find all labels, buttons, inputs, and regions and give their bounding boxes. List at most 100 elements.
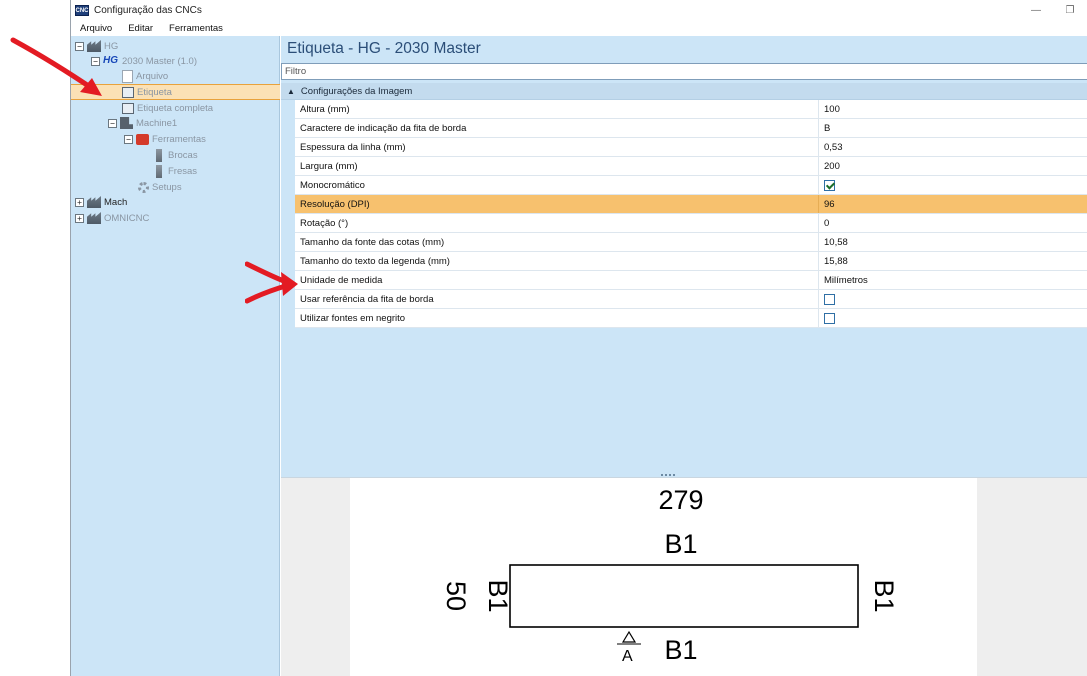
tree-label: OMNICNC bbox=[104, 212, 150, 224]
property-name: Rotação (°) bbox=[295, 214, 819, 232]
property-row[interactable]: Rotação (°) 0 bbox=[295, 214, 1087, 233]
property-value[interactable]: Milímetros bbox=[819, 271, 1087, 289]
property-value[interactable]: 15,88 bbox=[819, 252, 1087, 270]
property-value[interactable]: 96 bbox=[819, 195, 1087, 213]
property-value[interactable]: 0,53 bbox=[819, 138, 1087, 156]
annotation-arrow-etiqueta bbox=[10, 37, 102, 96]
property-value[interactable]: 100 bbox=[819, 100, 1087, 118]
property-value[interactable] bbox=[819, 290, 1087, 308]
collapse-icon[interactable]: − bbox=[108, 118, 117, 128]
checkbox-unchecked[interactable] bbox=[824, 312, 835, 324]
tree-node-etiqueta-completa[interactable]: Etiqueta completa bbox=[122, 100, 213, 116]
menu-arquivo[interactable]: Arquivo bbox=[71, 23, 119, 34]
property-name: Utilizar fontes em negrito bbox=[295, 309, 819, 327]
tree-label: Fresas bbox=[168, 165, 198, 177]
property-grid: ▲ Configurações da Imagem Altura (mm) 100… bbox=[281, 83, 1087, 328]
gear-icon bbox=[138, 181, 149, 193]
tree-label: HG bbox=[104, 40, 119, 52]
tree-label: 2030 Master (1.0) bbox=[122, 55, 197, 67]
window-title: Configuração das CNCs bbox=[94, 5, 202, 16]
tree-node-fresas[interactable]: Fresas bbox=[153, 163, 197, 179]
tree-node-setups[interactable]: Setups bbox=[138, 179, 182, 195]
property-row[interactable]: Tamanho do texto da legenda (mm) 15,88 bbox=[295, 252, 1087, 271]
property-name: Usar referência da fita de borda bbox=[295, 290, 819, 308]
tree-label: Etiqueta completa bbox=[137, 102, 214, 114]
preview-canvas: 279 B1 B1 B1 50 B1 A bbox=[350, 478, 977, 676]
label-icon bbox=[122, 102, 134, 114]
tree-label: Etiqueta bbox=[137, 86, 172, 98]
width-dimension: 279 bbox=[658, 485, 703, 515]
property-value[interactable]: 200 bbox=[819, 157, 1087, 175]
property-value[interactable] bbox=[819, 309, 1087, 327]
tree-label: Machine1 bbox=[136, 117, 178, 129]
property-name: Unidade de medida bbox=[295, 271, 819, 289]
property-name: Resolução (DPI) bbox=[295, 195, 819, 213]
marker-letter: A bbox=[622, 648, 633, 665]
property-value[interactable]: B bbox=[819, 119, 1087, 137]
property-value[interactable]: 0 bbox=[819, 214, 1087, 232]
tree-node-machine1[interactable]: − Machine1 bbox=[108, 115, 177, 131]
app-window: CNC Configuração das CNCs — ❐ Arquivo Ed… bbox=[70, 0, 1087, 676]
property-name: Caractere de indicação da fita de borda bbox=[295, 119, 819, 137]
checkbox-unchecked[interactable] bbox=[824, 293, 835, 305]
preview-drawing: 279 B1 B1 B1 50 B1 A bbox=[441, 485, 899, 665]
factory-icon bbox=[87, 212, 101, 224]
tree-node-arquivo[interactable]: Arquivo bbox=[122, 68, 168, 84]
property-name: Espessura da linha (mm) bbox=[295, 138, 819, 156]
expand-icon[interactable]: + bbox=[75, 213, 84, 223]
property-name: Monocromático bbox=[295, 176, 819, 194]
label-icon bbox=[122, 86, 134, 98]
tree-node-2030-master[interactable]: − HG 2030 Master (1.0) bbox=[91, 53, 197, 69]
property-value[interactable]: 10,58 bbox=[819, 233, 1087, 251]
screenshot-stage: CNC Configuração das CNCs — ❐ Arquivo Ed… bbox=[0, 0, 1087, 676]
property-row[interactable]: Usar referência da fita de borda bbox=[295, 290, 1087, 309]
property-row[interactable]: Largura (mm) 200 bbox=[295, 157, 1087, 176]
machine-icon bbox=[120, 117, 133, 129]
property-row[interactable]: Resolução (DPI) 96 bbox=[295, 195, 1087, 214]
property-row[interactable]: Espessura da linha (mm) 0,53 bbox=[295, 138, 1087, 157]
tree-node-mach[interactable]: + Mach bbox=[75, 194, 127, 210]
height-dimension: 50 bbox=[441, 581, 471, 611]
edge-label-left: B1 bbox=[483, 579, 513, 612]
annotation-arrow-unidade bbox=[245, 261, 298, 304]
tree-node-brocas[interactable]: Brocas bbox=[153, 147, 198, 163]
category-header[interactable]: ▲ Configurações da Imagem bbox=[281, 83, 1087, 100]
property-value[interactable] bbox=[819, 176, 1087, 194]
property-row[interactable]: Utilizar fontes em negrito bbox=[295, 309, 1087, 328]
property-row[interactable]: Unidade de medida Milímetros bbox=[295, 271, 1087, 290]
menu-ferramentas[interactable]: Ferramentas bbox=[160, 23, 230, 34]
reference-marker: A bbox=[617, 630, 641, 665]
tree-label: Ferramentas bbox=[152, 133, 206, 145]
property-name: Largura (mm) bbox=[295, 157, 819, 175]
menu-editar[interactable]: Editar bbox=[119, 23, 160, 34]
caret-up-icon[interactable]: ▲ bbox=[287, 87, 295, 96]
toolbox-icon bbox=[136, 133, 149, 145]
property-row[interactable]: Caractere de indicação da fita de borda B bbox=[295, 119, 1087, 138]
factory-icon bbox=[87, 196, 101, 208]
minimize-button[interactable]: — bbox=[1019, 0, 1053, 21]
tree-label: Mach bbox=[104, 196, 128, 208]
checkbox-checked[interactable] bbox=[824, 179, 835, 191]
edge-label-bottom: B1 bbox=[664, 635, 697, 665]
property-row[interactable]: Tamanho da fonte das cotas (mm) 10,58 bbox=[295, 233, 1087, 252]
expand-icon[interactable]: + bbox=[75, 197, 84, 207]
label-preview: 279 B1 B1 B1 50 B1 A bbox=[281, 477, 1087, 676]
tree-node-omnicnc[interactable]: + OMNICNC bbox=[75, 210, 149, 226]
tree-label: Brocas bbox=[168, 149, 198, 161]
cnc-tree-pane: − HG − HG 2030 Master (1.0) Arquivo Etiq… bbox=[71, 36, 280, 676]
tree-node-ferramentas[interactable]: − Ferramentas bbox=[124, 131, 206, 147]
restore-button[interactable]: ❐ bbox=[1053, 0, 1087, 21]
page-title: Etiqueta - HG - 2030 Master bbox=[287, 40, 481, 57]
drill-bit-icon bbox=[156, 148, 162, 162]
edge-label-right: B1 bbox=[869, 579, 899, 612]
property-row[interactable]: Altura (mm) 100 bbox=[295, 100, 1087, 119]
settings-pane: Etiqueta - HG - 2030 Master Filtro ▲ Con… bbox=[281, 36, 1087, 676]
title-bar: CNC Configuração das CNCs — ❐ bbox=[71, 0, 1087, 21]
filter-input[interactable]: Filtro bbox=[281, 63, 1087, 80]
category-label: Configurações da Imagem bbox=[300, 85, 413, 97]
collapse-icon[interactable]: − bbox=[124, 134, 133, 144]
property-row[interactable]: Monocromático bbox=[295, 176, 1087, 195]
property-name: Tamanho da fonte das cotas (mm) bbox=[295, 233, 819, 251]
property-name: Tamanho do texto da legenda (mm) bbox=[295, 252, 819, 270]
menu-bar: Arquivo Editar Ferramentas bbox=[71, 21, 1087, 36]
